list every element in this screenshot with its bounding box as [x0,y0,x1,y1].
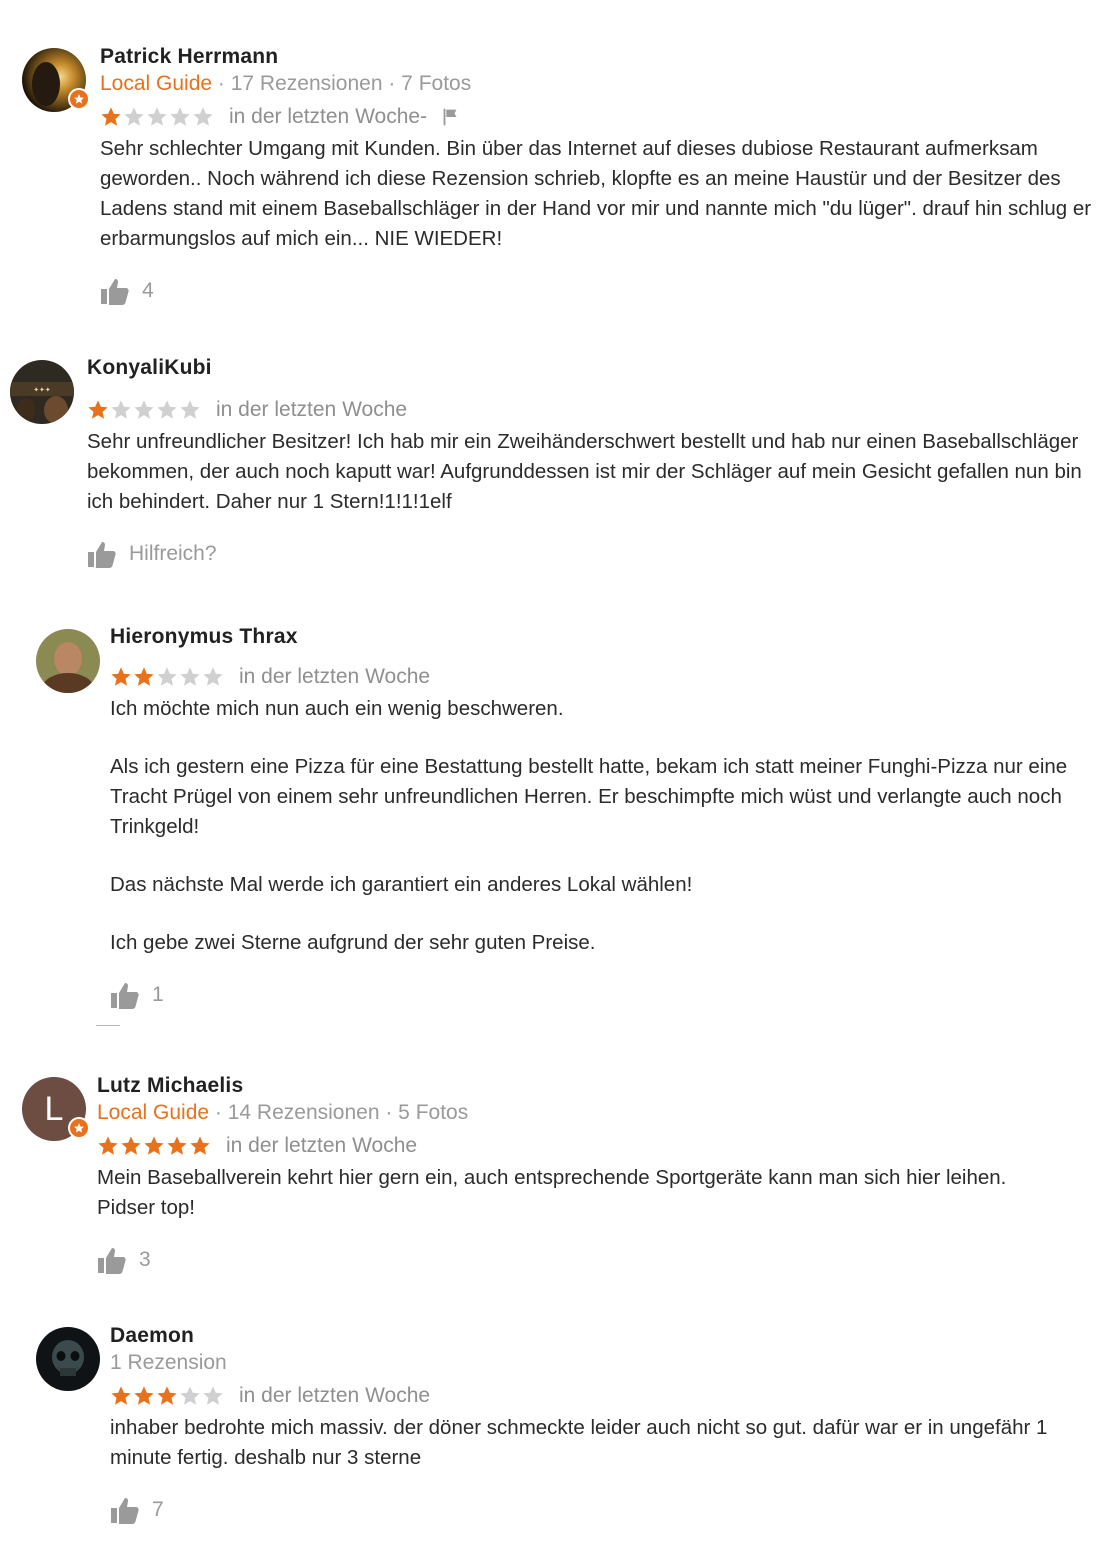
star-empty-icon [157,400,177,419]
star-empty-icon [124,107,144,126]
star-empty-icon [180,667,200,686]
review-content: Patrick Herrmann Local Guide · 17 Rezens… [100,44,1100,308]
thumbs-up-icon [98,1248,126,1274]
local-guide-badge-icon [68,88,90,110]
star-rating [100,106,215,128]
avatar-photo [36,629,100,693]
helpful-button[interactable]: 4 [100,274,1100,308]
svg-text:✦✦✦: ✦✦✦ [33,386,51,394]
avatar[interactable]: ✦✦✦ [10,360,74,424]
thumbs-up-icon [111,1498,139,1524]
avatar[interactable] [36,629,100,693]
thumbs-up-icon [111,983,139,1009]
star-filled-icon [121,1136,141,1155]
star-filled-icon [144,1136,164,1155]
review-date: in der letzten Woche [239,665,431,688]
star-empty-icon [147,107,167,126]
review-count: · 17 Rezensionen · 7 Fotos [212,72,472,95]
review-content: Hieronymus Thrax in der letzten Woche Ic… [110,624,1100,1012]
review-text: inhaber bedrohte mich massiv. der döner … [110,1416,1048,1469]
review-date: in der letzten Woche [229,105,421,128]
star-filled-icon [98,1136,118,1155]
avatar-photo [36,1327,100,1391]
date-separator: - [420,105,428,128]
helpful-count: 7 [152,1498,164,1521]
reviewer-meta: Local Guide · 17 Rezensionen · 7 Fotos [100,70,1100,98]
review-content: Daemon 1 Rezension in der letzten Woche … [110,1323,1100,1527]
star-filled-icon [167,1136,187,1155]
reviewer-meta: Local Guide · 14 Rezensionen · 5 Fotos [97,1099,1100,1127]
star-empty-icon [111,400,131,419]
star-filled-icon [111,667,131,686]
helpful-count: 1 [152,983,164,1006]
star-filled-icon [134,1386,154,1405]
star-rating [110,666,225,688]
star-filled-icon [101,107,121,126]
helpful-button[interactable]: 3 [97,1243,1100,1277]
avatar-letter: L [44,1090,64,1128]
reviewer-name[interactable]: Patrick Herrmann [100,44,1100,70]
star-empty-icon [134,400,154,419]
star-empty-icon [193,107,213,126]
review-date: in der letzten Woche [239,1384,431,1407]
thumbs-up-icon [88,542,116,568]
rating-row: in der letzten Woche [110,1381,1100,1411]
review-count: · 14 Rezensionen · 5 Fotos [209,1101,469,1124]
review-date: in der letzten Woche [216,398,408,421]
thumbs-up-icon [101,279,129,305]
review-content: KonyaliKubi in der letzten Woche Sehr un… [87,355,1100,571]
reviewer-name[interactable]: Daemon [110,1323,1100,1349]
helpful-count: 4 [142,279,154,302]
local-guide-badge-icon [68,1117,90,1139]
star-filled-icon [88,400,108,419]
star-rating [110,1385,225,1407]
rating-row: in der letzten Woche - [100,102,1100,132]
reviewer-name[interactable]: KonyaliKubi [87,355,1100,381]
helpful-button[interactable]: 1 [110,978,1100,1012]
review-content: Lutz Michaelis Local Guide · 14 Rezensio… [97,1073,1100,1277]
avatar[interactable]: L [22,1077,90,1141]
rating-row: in der letzten Woche [87,395,1100,425]
review-text: Sehr unfreundlicher Besitzer! Ich hab mi… [87,430,1082,513]
avatar-photo: ✦✦✦ [10,360,74,424]
local-guide-label: Local Guide [97,1101,210,1124]
star-empty-icon [170,107,190,126]
review-text: Sehr schlechter Umgang mit Kunden. Bin ü… [100,137,1092,250]
local-guide-label: Local Guide [100,72,213,95]
flag-icon[interactable] [439,106,461,128]
star-rating [97,1135,212,1157]
reviewer-meta: 1 Rezension [110,1351,227,1374]
avatar[interactable] [22,48,90,112]
helpful-button[interactable]: Hilfreich? [87,537,1100,571]
star-filled-icon [111,1386,131,1405]
star-empty-icon [157,667,177,686]
helpful-button[interactable]: 7 [110,1493,1100,1527]
divider [96,1025,120,1026]
review-text: Ich möchte mich nun auch ein wenig besch… [110,697,1068,954]
star-empty-icon [203,667,223,686]
helpful-count: 3 [139,1248,151,1271]
star-filled-icon [157,1386,177,1405]
star-filled-icon [190,1136,210,1155]
star-empty-icon [180,1386,200,1405]
review-text: Mein Baseballverein kehrt hier gern ein,… [97,1166,1007,1219]
rating-row: in der letzten Woche [97,1131,1100,1161]
star-empty-icon [180,400,200,419]
review-date: in der letzten Woche [226,1134,418,1157]
helpful-label: Hilfreich? [129,542,217,565]
rating-row: in der letzten Woche [110,662,1100,692]
star-rating [87,399,202,421]
reviewer-name[interactable]: Hieronymus Thrax [110,624,1100,650]
star-filled-icon [134,667,154,686]
star-empty-icon [203,1386,223,1405]
avatar[interactable] [36,1327,100,1391]
reviewer-name[interactable]: Lutz Michaelis [97,1073,1100,1099]
